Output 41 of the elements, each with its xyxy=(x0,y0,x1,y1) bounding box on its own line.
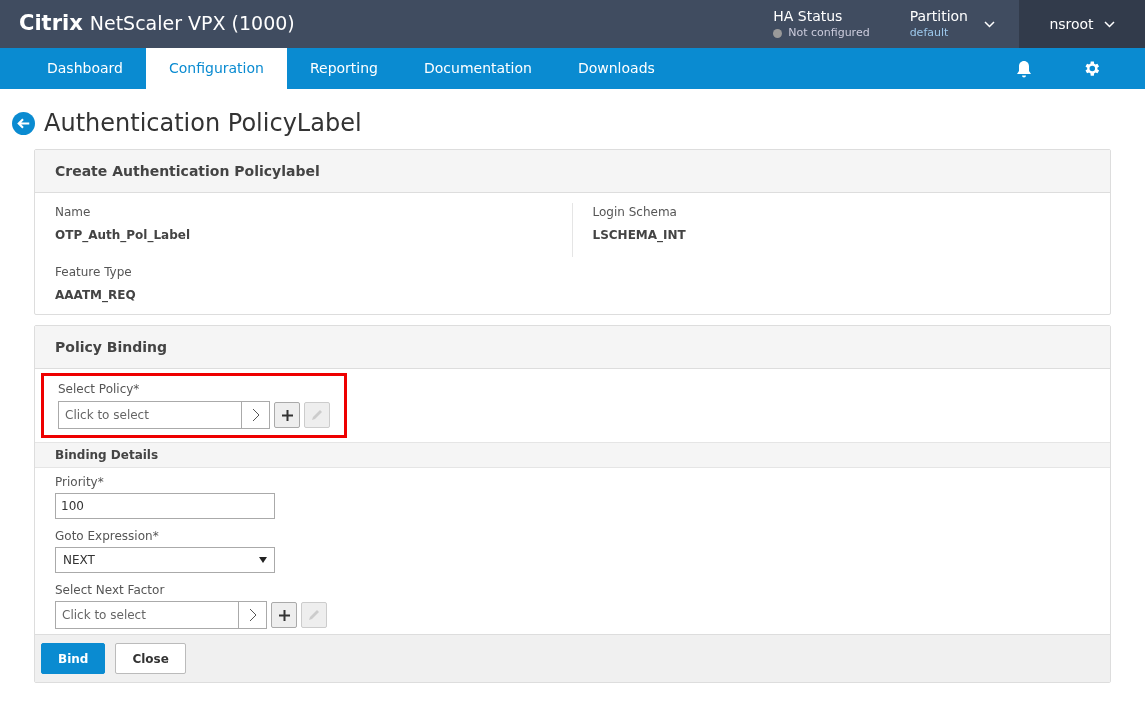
pencil-icon xyxy=(310,408,324,422)
field-label: Feature Type xyxy=(55,264,133,281)
field-label: Priority* xyxy=(55,474,105,491)
field-value: OTP_Auth_Pol_Label xyxy=(55,227,192,244)
plus-icon xyxy=(278,609,290,621)
close-button[interactable]: Close xyxy=(115,643,186,674)
chevron-down-icon xyxy=(984,20,995,28)
select-field[interactable]: Click to select xyxy=(55,601,267,629)
product-name: NetScaler VPX (1000) xyxy=(89,11,295,37)
ha-status-label: HA Status xyxy=(773,6,844,25)
user-menu[interactable]: nsroot xyxy=(1019,0,1145,48)
card-title: Create Authentication Policylabel xyxy=(55,161,320,181)
plus-icon xyxy=(281,409,293,421)
field-label: Select Next Factor xyxy=(55,582,166,599)
field-value: LSCHEMA_INT xyxy=(592,227,687,244)
card-title: Policy Binding xyxy=(55,337,168,357)
priority-field[interactable]: 100 xyxy=(55,493,275,519)
section-title: Binding Details xyxy=(55,447,159,464)
nav-tab[interactable]: Downloads xyxy=(554,48,678,89)
chevron-down-icon xyxy=(1103,20,1115,28)
add-button[interactable] xyxy=(274,402,300,428)
field-label: Name xyxy=(55,204,92,221)
page-title: Authentication PolicyLabel xyxy=(44,108,362,139)
goto-expression-dropdown[interactable]: NEXT xyxy=(55,547,275,573)
bind-button[interactable]: Bind xyxy=(41,643,106,674)
field-label: Login Schema xyxy=(592,204,678,221)
field-label: Select Policy* xyxy=(58,381,141,398)
nav-tab[interactable]: Dashboard xyxy=(24,48,146,89)
field-value: AAATM_REQ xyxy=(55,287,137,304)
ha-status-value: Not configured xyxy=(788,24,870,41)
nav-tab[interactable]: Documentation xyxy=(401,48,555,89)
notification-bell-icon[interactable] xyxy=(1016,59,1032,78)
add-button[interactable] xyxy=(271,602,297,628)
dropdown-arrow-icon xyxy=(259,557,267,563)
select-field[interactable]: Click to select xyxy=(58,401,270,429)
nav-tab[interactable]: Configuration xyxy=(145,48,287,89)
nav-tab[interactable]: Reporting xyxy=(286,48,401,89)
pencil-icon xyxy=(307,608,321,622)
field-label: Goto Expression* xyxy=(55,528,160,545)
brand-logo: Citrix xyxy=(19,10,83,38)
partition-dropdown[interactable]: Partition default xyxy=(909,6,995,42)
